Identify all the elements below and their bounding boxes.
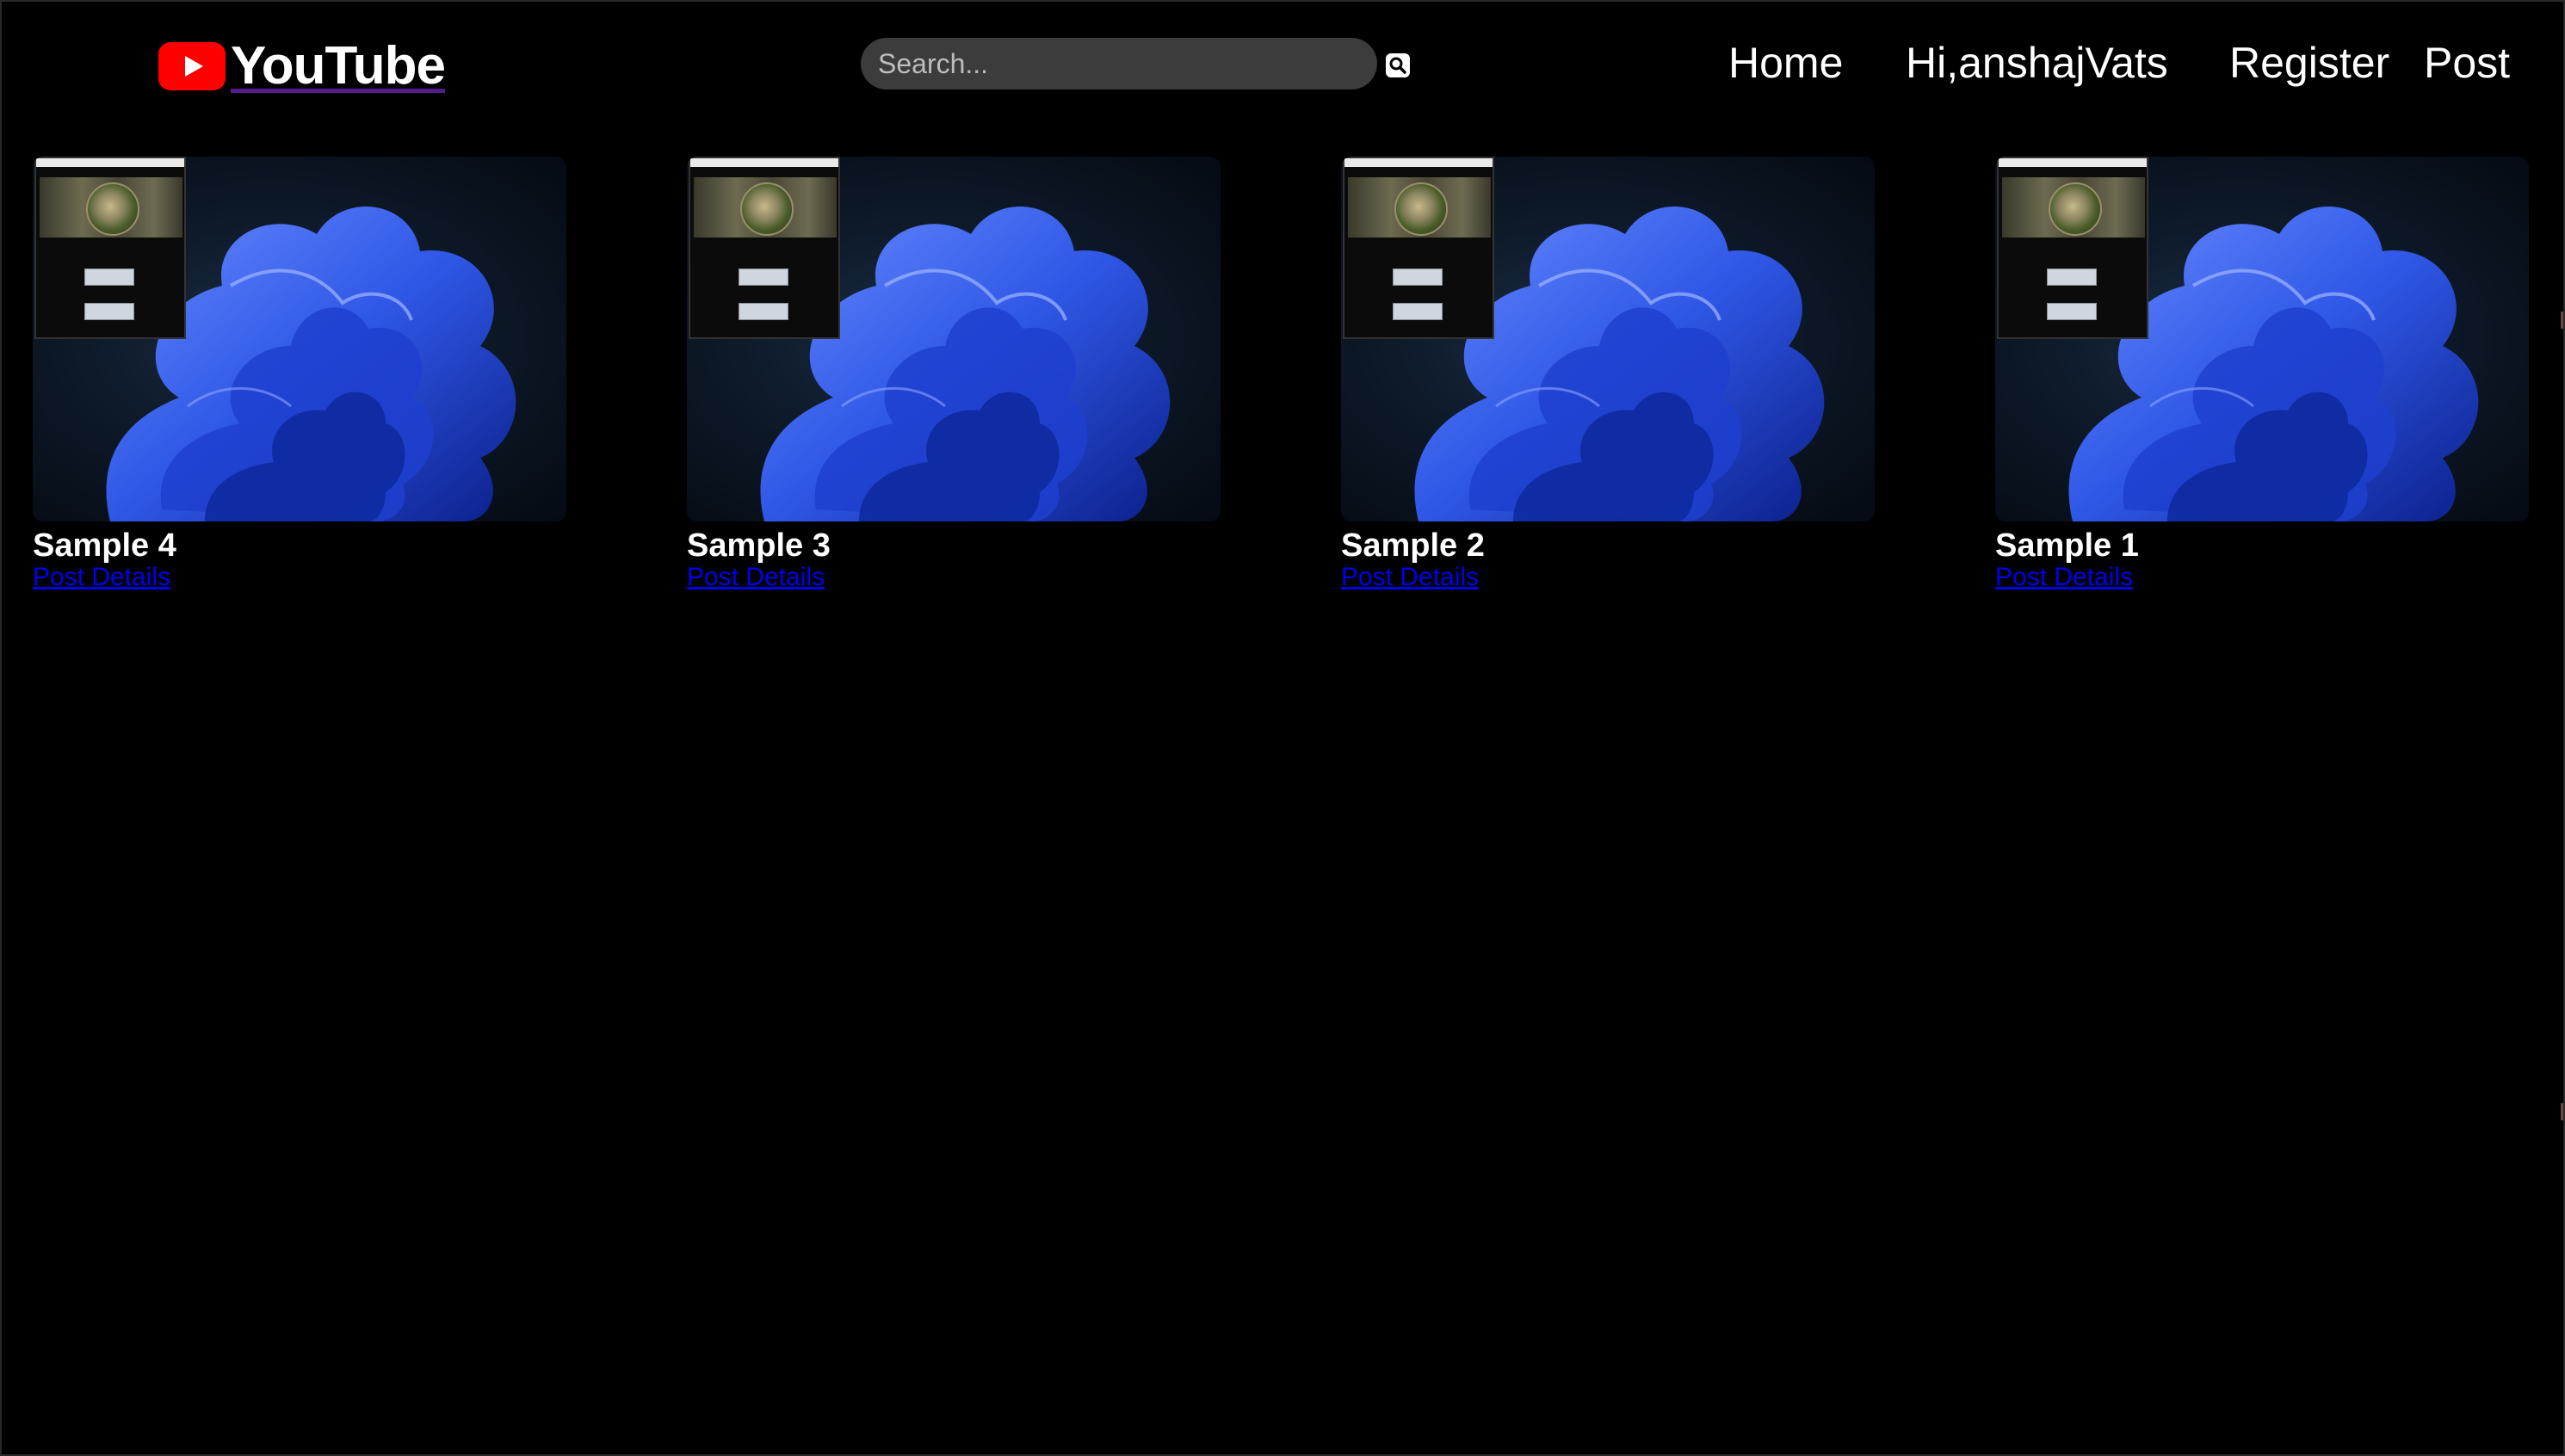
video-title: Sample 4 [33, 527, 176, 564]
video-title: Sample 2 [1341, 527, 1485, 564]
app-window: YouTube Home Hi,anshajVats Register Post [0, 0, 2565, 1456]
app-window-screenshot [1997, 157, 2148, 339]
search-button[interactable] [1386, 53, 1410, 77]
app-window-screenshot [1343, 157, 1494, 339]
video-card: Sample 1 Post Details [1995, 157, 2529, 592]
video-card: Sample 3 Post Details [687, 157, 1221, 592]
video-title: Sample 1 [1995, 527, 2139, 564]
logo-text: YouTube [231, 36, 446, 96]
video-thumbnail[interactable] [1995, 157, 2529, 521]
video-thumbnail[interactable] [687, 157, 1221, 521]
post-details-link[interactable]: Post Details [1341, 563, 1479, 592]
search-input[interactable] [861, 38, 1377, 89]
top-navbar: YouTube Home Hi,anshajVats Register Post [2, 2, 2563, 131]
video-thumbnail[interactable] [1341, 157, 1875, 521]
nav-user-greeting[interactable]: Hi,anshajVats [1906, 36, 2168, 89]
video-card: Sample 4 Post Details [33, 157, 566, 592]
video-title: Sample 3 [687, 527, 831, 564]
post-details-link[interactable]: Post Details [1995, 563, 2133, 592]
youtube-logo-link[interactable]: YouTube [158, 36, 446, 96]
window-edge-mark [2561, 1103, 2563, 1120]
post-details-link[interactable]: Post Details [33, 563, 170, 592]
video-thumbnail[interactable] [33, 157, 566, 521]
nav-home-link[interactable]: Home [1728, 36, 1843, 89]
youtube-play-icon [158, 42, 226, 90]
video-card: Sample 2 Post Details [1341, 157, 1875, 592]
post-details-link[interactable]: Post Details [687, 563, 825, 592]
window-edge-mark [2561, 312, 2563, 329]
nav-register-link[interactable]: Register [2229, 36, 2389, 89]
search-icon [1389, 57, 1406, 74]
app-window-screenshot [689, 157, 840, 339]
app-window-screenshot [34, 157, 186, 339]
nav-post-link[interactable]: Post [2424, 36, 2510, 89]
